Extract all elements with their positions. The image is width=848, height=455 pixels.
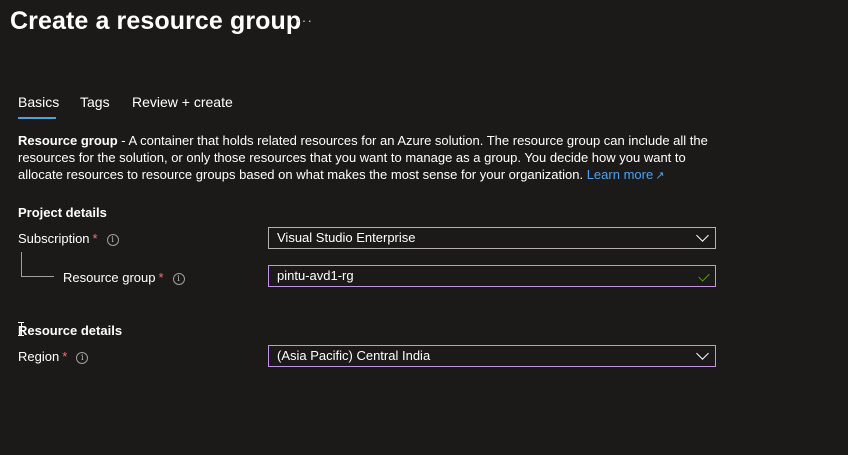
required-marker: * — [62, 349, 68, 364]
tab-review-create[interactable]: Review + create — [132, 94, 233, 110]
required-marker: * — [158, 270, 164, 285]
resource-group-label-text: Resource group — [63, 270, 156, 285]
chevron-down-icon — [696, 347, 709, 360]
description: Resource group - A container that holds … — [18, 132, 733, 185]
region-value: (Asia Pacific) Central India — [277, 348, 431, 363]
text-cursor-icon — [18, 322, 24, 336]
region-dropdown[interactable]: (Asia Pacific) Central India — [268, 345, 716, 367]
resource-group-label: Resource group * i — [63, 270, 185, 285]
info-icon[interactable]: i — [76, 352, 89, 364]
tab-selected-indicator — [18, 117, 56, 119]
resource-group-input[interactable]: pintu-avd1-rg — [268, 265, 716, 287]
checkmark-icon — [698, 270, 710, 282]
subscription-value: Visual Studio Enterprise — [277, 230, 416, 245]
project-details-heading: Project details — [18, 205, 107, 220]
tree-connector-horizontal — [21, 276, 54, 277]
description-term: Resource group — [18, 133, 118, 148]
page-title: Create a resource group — [10, 7, 302, 35]
subscription-dropdown[interactable]: Visual Studio Enterprise — [268, 227, 716, 249]
region-label: Region * i — [18, 349, 89, 364]
subscription-label-text: Subscription — [18, 231, 90, 246]
required-marker: * — [92, 231, 98, 246]
info-icon[interactable]: i — [106, 234, 119, 246]
region-label-text: Region — [18, 349, 60, 364]
chevron-down-icon — [696, 229, 709, 242]
tree-connector — [21, 252, 22, 277]
external-link-icon: ↗ — [655, 170, 665, 182]
tab-basics[interactable]: Basics — [18, 94, 59, 110]
info-icon[interactable]: i — [172, 273, 185, 285]
learn-more-link[interactable]: Learn more — [587, 167, 653, 182]
resource-group-value: pintu-avd1-rg — [277, 268, 354, 283]
subscription-label: Subscription * i — [18, 231, 119, 246]
more-options-icon[interactable]: ··· — [296, 12, 313, 28]
tab-tags[interactable]: Tags — [80, 94, 110, 110]
resource-details-heading: Resource details — [18, 323, 123, 338]
